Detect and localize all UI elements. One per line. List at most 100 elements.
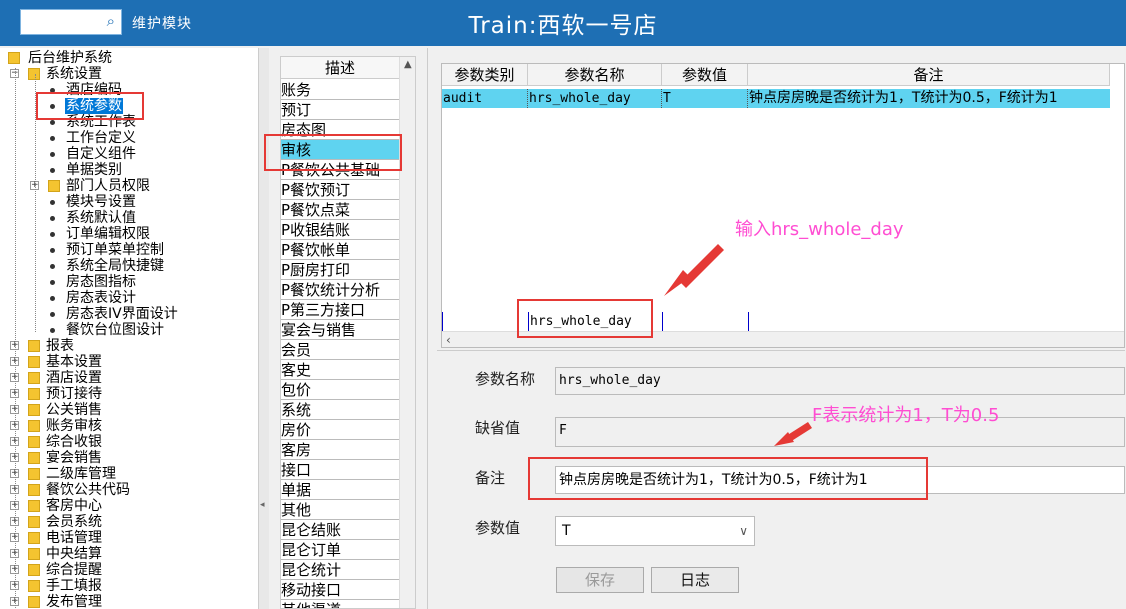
tree-item[interactable]: 自定义组件 [0, 146, 258, 162]
tree-item[interactable]: 订单编辑权限 [0, 226, 258, 242]
form-divider [437, 350, 1125, 351]
tree-item[interactable]: 系统全局快捷键 [0, 258, 258, 274]
tree-item[interactable]: 房态表IV界面设计 [0, 306, 258, 322]
folder-icon [48, 180, 60, 192]
folder-icon [28, 516, 40, 528]
folder-icon [28, 596, 40, 608]
list-item[interactable]: 客房 [281, 440, 399, 460]
tree-item[interactable]: + 公关销售 [0, 402, 258, 418]
tree-item[interactable]: + 二级库管理 [0, 466, 258, 482]
col-header-name[interactable]: 参数名称 [528, 64, 662, 86]
remark-label: 备注 [475, 469, 506, 487]
category-list-header[interactable]: 描述 [281, 57, 399, 79]
folder-icon [28, 452, 40, 464]
list-item[interactable]: P收银结账 [281, 220, 399, 240]
tree-item[interactable]: + 部门人员权限 [0, 178, 258, 194]
folder-icon [28, 404, 40, 416]
tree-item-label: 电话管理 [46, 530, 102, 546]
scroll-up-icon[interactable]: ▲ [404, 59, 412, 70]
col-header-remark[interactable]: 备注 [748, 64, 1110, 86]
tree-item[interactable]: 餐饮台位图设计 [0, 322, 258, 338]
tree-item[interactable]: + 预订接待 [0, 386, 258, 402]
cell-remark[interactable]: 钟点房房晚是否统计为1，T统计为0.5，F统计为1 [748, 89, 1110, 108]
tree-item[interactable]: + 基本设置 [0, 354, 258, 370]
tree-item[interactable]: + 宴会销售 [0, 450, 258, 466]
col-header-category[interactable]: 参数类别 [442, 64, 528, 86]
chevron-down-icon[interactable]: ∨ [739, 517, 748, 545]
list-item[interactable]: P第三方接口 [281, 300, 399, 320]
tree-item[interactable]: + 综合提醒 [0, 562, 258, 578]
list-item[interactable]: 系统 [281, 400, 399, 420]
tree-item[interactable]: 系统默认值 [0, 210, 258, 226]
tree-item[interactable]: 单据类别 [0, 162, 258, 178]
list-item[interactable]: 客史 [281, 360, 399, 380]
tree-item[interactable]: 房态图指标 [0, 274, 258, 290]
tree-item[interactable]: + 电话管理 [0, 530, 258, 546]
tree-item-label: 会员系统 [46, 514, 102, 530]
folder-icon [28, 372, 40, 384]
bullet-icon [50, 296, 55, 301]
tree-item[interactable]: + 账务审核 [0, 418, 258, 434]
list-item[interactable]: 包价 [281, 380, 399, 400]
list-item[interactable]: 预订 [281, 100, 399, 120]
window-title: Train:西软一号店 [468, 13, 658, 39]
tree-item[interactable]: + 会员系统 [0, 514, 258, 530]
list-item[interactable]: 单据 [281, 480, 399, 500]
tree-item[interactable]: 房态表设计 [0, 290, 258, 306]
param-value-select[interactable]: T ∨ [555, 516, 755, 546]
list-item[interactable]: 昆仑订单 [281, 540, 399, 560]
log-button[interactable]: 日志 [651, 567, 739, 593]
tree-item-label: 中央结算 [46, 546, 102, 562]
col-header-value[interactable]: 参数值 [662, 64, 748, 86]
list-item[interactable]: 昆仑结账 [281, 520, 399, 540]
tree-item[interactable]: + 手工填报 [0, 578, 258, 594]
tree-item-label: 报表 [46, 338, 74, 354]
list-item[interactable]: 账务 [281, 80, 399, 100]
tree-item[interactable]: − 系统设置 [0, 66, 258, 82]
nav-tree: 后台维护系统 − 系统设置 酒店编码 系统参数 系统工作表 工作台定义 自定义组件 单据类别 +… [0, 48, 258, 609]
tree-item[interactable]: + 报表 [0, 338, 258, 354]
tree-item[interactable]: + 酒店设置 [0, 370, 258, 386]
tree-item[interactable]: + 综合收银 [0, 434, 258, 450]
annotation-input-hint: 输入hrs_whole_day [735, 219, 904, 240]
list-item[interactable]: P厨房打印 [281, 260, 399, 280]
cell-category[interactable]: audit [442, 89, 528, 108]
list-item[interactable]: 其他渠道 [281, 600, 399, 608]
list-item[interactable]: 其他 [281, 500, 399, 520]
bullet-icon [50, 280, 55, 285]
tree-scrollbar[interactable]: ◂ [258, 48, 269, 609]
list-item[interactable]: P餐饮点菜 [281, 200, 399, 220]
list-item[interactable]: 移动接口 [281, 580, 399, 600]
tree-item-label: 部门人员权限 [66, 178, 150, 194]
tree-item-label: 客房中心 [46, 498, 102, 514]
param-name-field[interactable]: hrs_whole_day [555, 367, 1125, 395]
splitter[interactable] [427, 48, 428, 609]
list-item[interactable]: P餐饮统计分析 [281, 280, 399, 300]
list-item[interactable]: P餐饮帐单 [281, 240, 399, 260]
list-item[interactable]: 宴会与销售 [281, 320, 399, 340]
cell-name[interactable]: hrs_whole_day [528, 89, 662, 108]
tree-item-label: 账务审核 [46, 418, 102, 434]
folder-icon [28, 68, 40, 80]
list-item[interactable]: P餐饮预订 [281, 180, 399, 200]
scroll-left-icon[interactable]: ◂ [260, 500, 268, 514]
tree-item[interactable]: 模块号设置 [0, 194, 258, 210]
tree-item[interactable]: + 客房中心 [0, 498, 258, 514]
save-button[interactable]: 保存 [556, 567, 644, 593]
tree-item[interactable]: + 餐饮公共代码 [0, 482, 258, 498]
tree-item[interactable]: + 发布管理 [0, 594, 258, 609]
title-bar: ⌕ 维护模块 Train:西软一号店 [0, 0, 1126, 46]
default-value-label: 缺省值 [475, 419, 521, 437]
list-item[interactable]: 会员 [281, 340, 399, 360]
cell-value[interactable]: T [662, 89, 748, 108]
tree-item[interactable]: + 中央结算 [0, 546, 258, 562]
list-item[interactable]: 房价 [281, 420, 399, 440]
table-row[interactable]: audit hrs_whole_day T 钟点房房晚是否统计为1，T统计为0.… [442, 89, 1110, 108]
list-item[interactable]: 昆仑统计 [281, 560, 399, 580]
tree-item-label: 房态图指标 [66, 274, 136, 290]
list-item[interactable]: 接口 [281, 460, 399, 480]
tree-item[interactable]: 工作台定义 [0, 130, 258, 146]
tree-item[interactable]: 预订单菜单控制 [0, 242, 258, 258]
scroll-left-icon[interactable]: ‹ [446, 333, 451, 347]
folder-icon [28, 500, 40, 512]
